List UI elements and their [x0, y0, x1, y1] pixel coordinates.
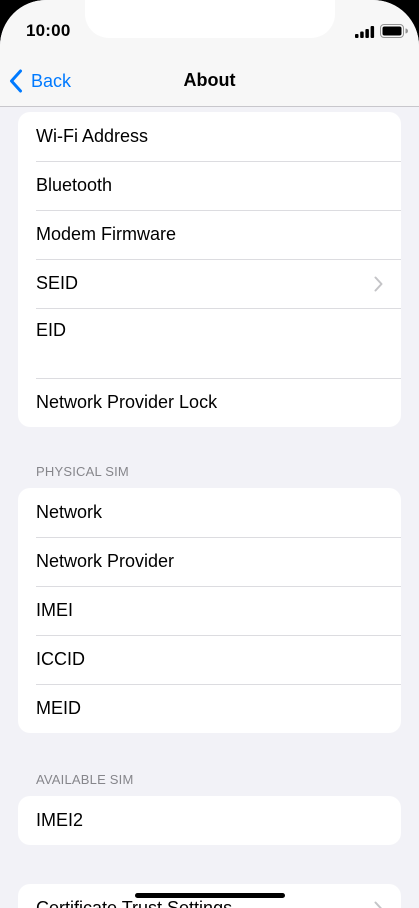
row-label: Network: [36, 502, 103, 522]
list-item-modem-firmware: Modem Firmware: [18, 210, 401, 259]
navigation-bar: Back About: [0, 56, 419, 107]
row-label: IMEI: [36, 600, 74, 620]
screen: 10:00 Back About Wi-Fi Address Bluetooth…: [0, 0, 419, 908]
row-label: SEID: [36, 273, 79, 293]
section-header-available-sim: AVAILABLE SIM: [36, 772, 134, 787]
list-item-meid: MEID: [18, 684, 401, 733]
page-title: About: [183, 70, 236, 90]
list-item-network: Network: [18, 488, 401, 537]
row-label: Wi-Fi Address: [36, 126, 149, 146]
list-item-bluetooth: Bluetooth: [18, 161, 401, 210]
notch: [85, 0, 335, 38]
row-label: Modem Firmware: [36, 224, 177, 244]
list-item-iccid: ICCID: [18, 635, 401, 684]
row-label: ICCID: [36, 649, 85, 669]
row-label: IMEI2: [36, 810, 84, 830]
settings-list[interactable]: Wi-Fi Address Bluetooth Modem Firmware S…: [0, 106, 419, 908]
row-label: Bluetooth: [36, 175, 113, 195]
list-item-imei: IMEI: [18, 586, 401, 635]
row-label: MEID: [36, 698, 81, 718]
chevron-right-icon: [374, 276, 383, 291]
list-item-eid: EID: [18, 308, 401, 378]
row-label: Network Provider: [36, 551, 175, 571]
list-item-network-provider-lock: Network Provider Lock: [18, 378, 401, 427]
about-group: Wi-Fi Address Bluetooth Modem Firmware S…: [18, 112, 401, 427]
physical-sim-group: Network Network Provider IMEI ICCID MEID: [18, 488, 401, 733]
list-item-seid[interactable]: SEID: [18, 259, 401, 308]
row-label: Certificate Trust Settings: [36, 898, 233, 908]
available-sim-group: IMEI2: [18, 796, 401, 845]
row-label: Network Provider Lock: [36, 392, 218, 412]
list-item-network-provider: Network Provider: [18, 537, 401, 586]
chevron-right-icon: [374, 901, 383, 908]
status-time: 10:00: [26, 21, 71, 40]
battery-icon: [380, 24, 408, 38]
signal-icon: [355, 26, 375, 38]
row-label: EID: [36, 320, 67, 340]
list-item-imei2: IMEI2: [18, 796, 401, 845]
home-indicator[interactable]: [135, 893, 285, 898]
list-item-wifi-address: Wi-Fi Address: [18, 112, 401, 161]
section-header-physical-sim: PHYSICAL SIM: [36, 464, 129, 479]
status-bar: 10:00: [0, 0, 419, 56]
